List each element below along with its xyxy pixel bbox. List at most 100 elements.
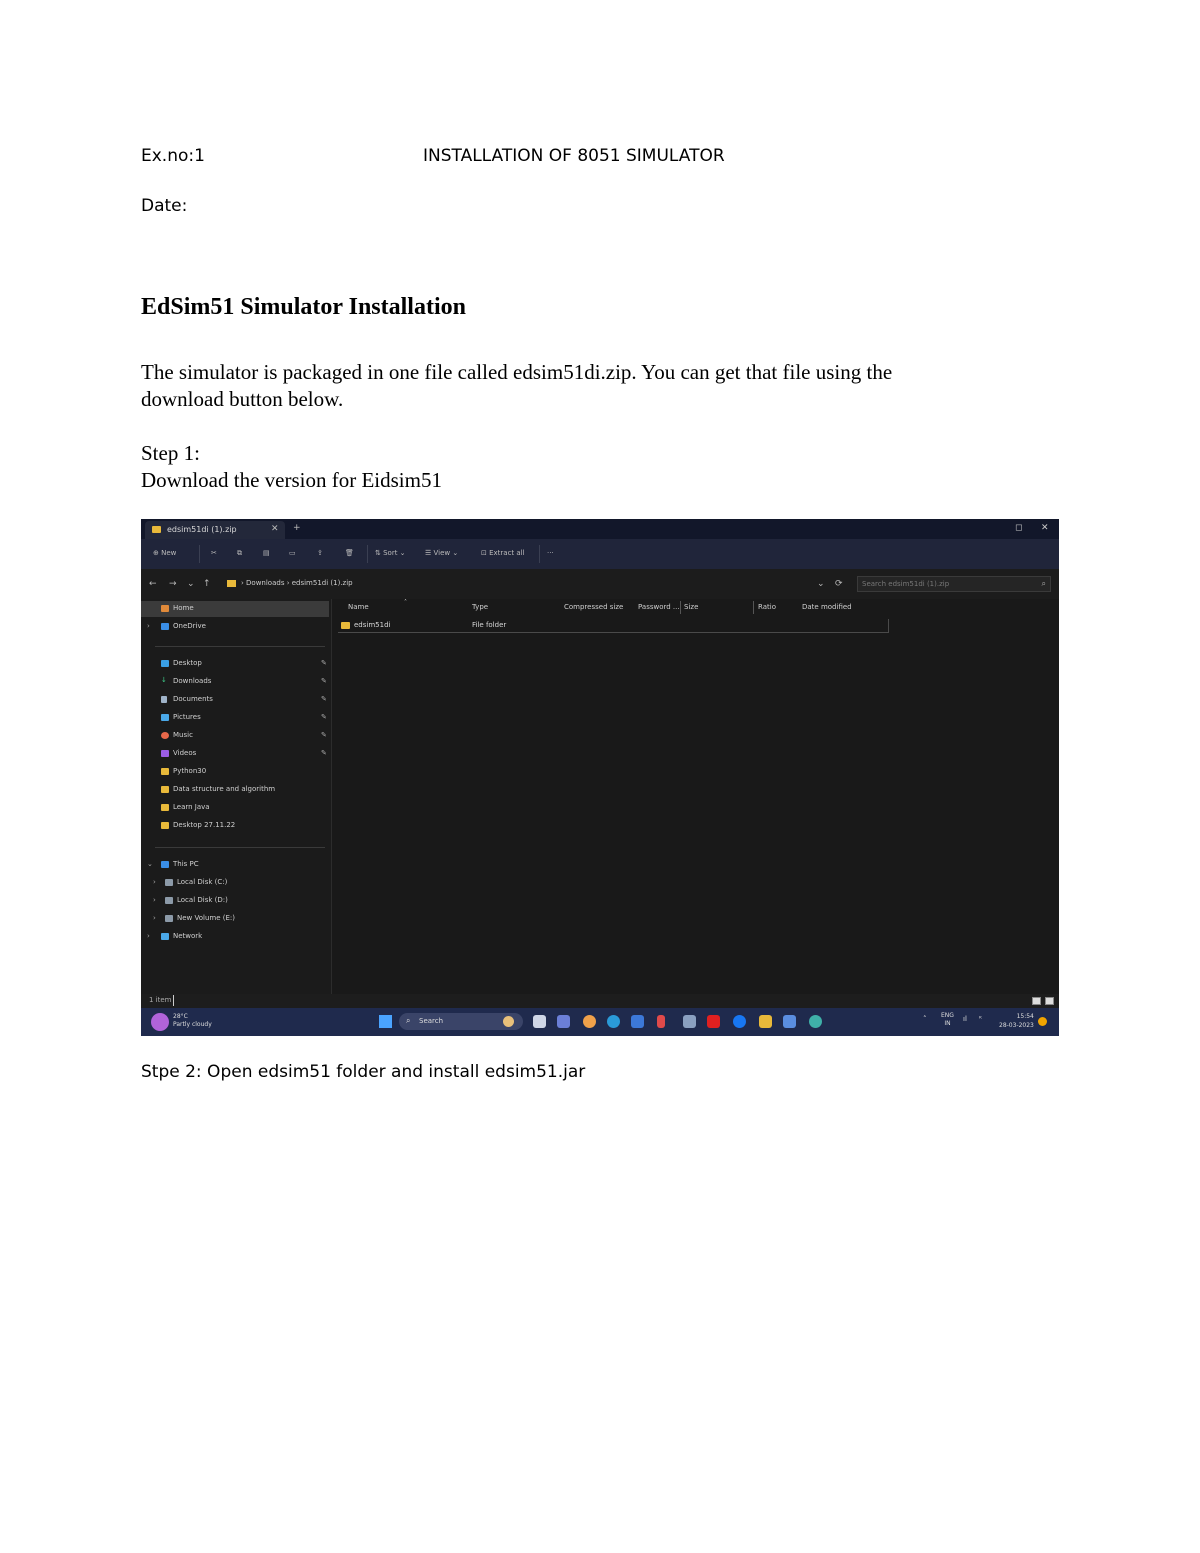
new-button[interactable]: ⊕ New [153, 549, 176, 557]
drive-icon [165, 897, 173, 904]
start-icon[interactable] [379, 1015, 392, 1028]
sidebar-item-home[interactable]: Home [141, 601, 329, 617]
volume-icon[interactable]: ᴷ [979, 1015, 982, 1023]
taskbar: 28°C Partly cloudy ⌕ Search ˄ ENG IN ıl ᴷ … [141, 1008, 1059, 1036]
videos-icon [161, 750, 169, 757]
sidebar-item-documents[interactable]: Documents ✎ [141, 692, 329, 708]
youtube-icon[interactable] [707, 1015, 720, 1028]
extract-all-button[interactable]: ⊡ Extract all [481, 549, 525, 557]
folder-icon [161, 822, 169, 829]
weather-icon[interactable] [151, 1013, 169, 1031]
more-button[interactable]: ··· [547, 549, 554, 557]
sidebar-item-downloads[interactable]: ↓ Downloads ✎ [141, 674, 329, 690]
column-type[interactable]: Type [472, 603, 488, 611]
photos-icon[interactable] [683, 1015, 696, 1028]
app-icon[interactable] [809, 1015, 822, 1028]
clock[interactable]: 15:54 28-03-2023 [999, 1012, 1034, 1030]
chevron-right-icon: › [153, 878, 156, 886]
sidebar-item-desktop[interactable]: Desktop ✎ [141, 656, 329, 672]
column-ratio[interactable]: Ratio [758, 603, 776, 611]
close-tab-icon[interactable]: ✕ [271, 524, 279, 534]
up-icon[interactable]: ↑ [203, 579, 211, 589]
sidebar-item-drive-c[interactable]: › Local Disk (C:) [141, 875, 329, 891]
sidebar-item-learn-java[interactable]: Learn Java [141, 800, 329, 816]
taskbar-search[interactable]: ⌕ Search [399, 1013, 523, 1030]
edge-icon[interactable] [607, 1015, 620, 1028]
sidebar-item-drive-d[interactable]: › Local Disk (D:) [141, 893, 329, 909]
pin-icon: ✎ [321, 749, 327, 757]
search-input[interactable]: Search edsim51di (1).zip ⌕ [857, 576, 1051, 592]
table-row[interactable]: edsim51di File folder [338, 619, 889, 633]
chat-icon[interactable] [557, 1015, 570, 1028]
tiles-view-icon[interactable] [1045, 997, 1054, 1005]
weather-widget[interactable]: 28°C Partly cloudy [173, 1013, 212, 1029]
column-size[interactable]: Size [684, 603, 698, 611]
intro-line-2: download button below. [141, 387, 344, 411]
copy-icon[interactable]: ⧉ [237, 549, 242, 558]
sort-up-icon: ˄ [404, 599, 407, 606]
pin-icon: ✎ [321, 731, 327, 739]
file-explorer-icon[interactable] [759, 1015, 772, 1028]
sidebar-item-desktop-backup[interactable]: Desktop 27.11.22 [141, 818, 329, 834]
sidebar-item-data-structure[interactable]: Data structure and algorithm [141, 782, 329, 798]
chevron-right-icon: › [147, 932, 150, 940]
chrome-icon[interactable] [583, 1015, 596, 1028]
chevron-down-icon: ⌄ [147, 860, 153, 868]
address-dropdown-icon[interactable]: ⌄ [817, 579, 825, 589]
step1-text: Download the version for Eidsim51 [141, 468, 442, 492]
row-name: edsim51di [354, 621, 391, 629]
app-icon[interactable] [657, 1015, 665, 1028]
sidebar-item-videos[interactable]: Videos ✎ [141, 746, 329, 762]
back-icon[interactable]: ← [149, 579, 157, 589]
address-bar[interactable]: › Downloads › edsim51di (1).zip [219, 576, 839, 592]
sidebar-item-python30[interactable]: Python30 [141, 764, 329, 780]
page-title: EdSim51 Simulator Installation [141, 294, 466, 320]
date-label: Date: [141, 196, 188, 216]
chevron-right-icon: › [147, 622, 150, 630]
step1-label: Step 1: [141, 441, 200, 465]
column-password[interactable]: Password ... [638, 603, 680, 611]
item-count: 1 item [149, 996, 172, 1004]
sidebar-item-pictures[interactable]: Pictures ✎ [141, 710, 329, 726]
column-compressed-size[interactable]: Compressed size [564, 603, 623, 611]
sidebar-item-music[interactable]: Music ✎ [141, 728, 329, 744]
new-tab-icon[interactable]: + [293, 523, 301, 533]
status-bar: 1 item [141, 994, 1059, 1008]
search-icon: ⌕ [1041, 579, 1046, 588]
view-button[interactable]: ☰ View ⌄ [425, 549, 458, 557]
maximize-icon[interactable]: ◻ [1015, 523, 1022, 533]
language-indicator[interactable]: ENG IN [941, 1012, 954, 1028]
share-icon[interactable]: ⇪ [317, 549, 323, 557]
sidebar-item-drive-e[interactable]: › New Volume (E:) [141, 911, 329, 927]
folder-icon [161, 768, 169, 775]
pin-icon: ✎ [321, 659, 327, 667]
sidebar-item-network[interactable]: › Network [141, 929, 329, 945]
task-view-icon[interactable] [533, 1015, 546, 1028]
facebook-icon[interactable] [733, 1015, 746, 1028]
chevron-right-icon: › [153, 914, 156, 922]
column-date-modified[interactable]: Date modified [802, 603, 852, 611]
delete-icon[interactable]: 🗑 [345, 549, 354, 557]
refresh-icon[interactable]: ⟳ [835, 579, 843, 589]
column-name[interactable]: Name [348, 603, 369, 611]
tray-chevron-icon[interactable]: ˄ [923, 1015, 927, 1023]
details-view-icon[interactable] [1032, 997, 1041, 1005]
store-icon[interactable] [631, 1015, 644, 1028]
network-icon [161, 933, 169, 940]
folder-icon [161, 786, 169, 793]
recent-icon[interactable]: ⌄ [187, 579, 195, 589]
rename-icon[interactable]: ▭ [289, 549, 296, 557]
sidebar-item-this-pc[interactable]: ⌄ This PC [141, 857, 329, 873]
app-icon[interactable] [783, 1015, 796, 1028]
cut-icon[interactable]: ✂ [211, 549, 217, 557]
sort-button[interactable]: ⇅ Sort ⌄ [375, 549, 406, 557]
wifi-icon[interactable]: ıl [963, 1015, 967, 1023]
navigation-pane: Home › OneDrive Desktop ✎ ↓ Downloads ✎ … [141, 599, 332, 994]
notification-icon[interactable] [1038, 1017, 1047, 1026]
close-window-icon[interactable]: ✕ [1041, 523, 1049, 533]
exercise-heading: INSTALLATION OF 8051 SIMULATOR [423, 146, 725, 166]
explorer-tab[interactable]: edsim51di (1).zip ✕ [145, 521, 285, 539]
sidebar-item-onedrive[interactable]: › OneDrive [141, 619, 329, 635]
forward-icon[interactable]: → [169, 579, 177, 589]
paste-icon[interactable]: ▤ [263, 549, 270, 557]
